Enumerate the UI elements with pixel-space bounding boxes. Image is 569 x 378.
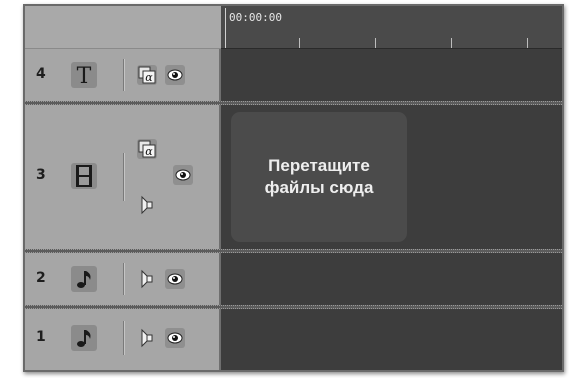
track-header: 1	[25, 309, 221, 370]
drop-hint-line-1: Перетащите	[268, 156, 370, 175]
track-header-ruler-area	[25, 6, 221, 49]
volume-icon[interactable]	[137, 269, 157, 289]
music-note-icon[interactable]	[71, 266, 97, 292]
header-divider	[123, 321, 125, 355]
visibility-eye-icon[interactable]	[165, 65, 185, 85]
visibility-eye-icon[interactable]	[173, 165, 193, 185]
transparency-icon[interactable]: α	[137, 65, 157, 85]
ruler-time-label: 00:00:00	[229, 11, 282, 24]
visibility-eye-icon[interactable]	[165, 328, 185, 348]
ruler-tick	[451, 38, 452, 48]
volume-icon[interactable]	[137, 328, 157, 348]
transparency-icon[interactable]: α	[137, 139, 157, 159]
track-2: 2	[25, 253, 562, 305]
text-track-icon[interactable]: T	[71, 62, 97, 88]
visibility-eye-icon[interactable]	[165, 269, 185, 289]
ruler-tick	[375, 38, 376, 48]
track-header: 4 T α	[25, 49, 221, 101]
header-divider	[123, 263, 125, 295]
track-number: 1	[36, 329, 46, 345]
time-ruler[interactable]: 00:00:00	[221, 6, 562, 49]
track-1: 1	[25, 309, 562, 370]
header-divider	[123, 59, 125, 91]
track-number: 4	[36, 66, 46, 82]
svg-text:T: T	[77, 64, 92, 87]
drop-files-hint[interactable]: Перетащите файлы сюда	[231, 112, 407, 242]
drop-hint-line-2: файлы сюда	[264, 178, 374, 197]
track-header: 3 α	[25, 105, 221, 249]
svg-text:α: α	[145, 145, 153, 158]
svg-text:α: α	[145, 71, 153, 84]
film-icon[interactable]	[71, 163, 97, 189]
ruler-tick	[527, 38, 528, 48]
timeline-panel: 00:00:00 4 T α 3 α Перетащите файлы сюда…	[23, 4, 564, 372]
header-divider	[123, 153, 125, 201]
track-4: 4 T α	[25, 49, 562, 101]
track-number: 3	[36, 167, 46, 183]
ruler-playhead-start	[225, 8, 226, 48]
music-note-icon[interactable]	[71, 325, 97, 351]
track-lane[interactable]	[221, 253, 562, 305]
track-lane[interactable]	[221, 309, 562, 370]
track-number: 2	[36, 270, 46, 286]
track-header: 2	[25, 253, 221, 305]
track-lane[interactable]	[221, 49, 562, 101]
volume-icon[interactable]	[137, 195, 157, 215]
ruler-tick	[299, 38, 300, 48]
